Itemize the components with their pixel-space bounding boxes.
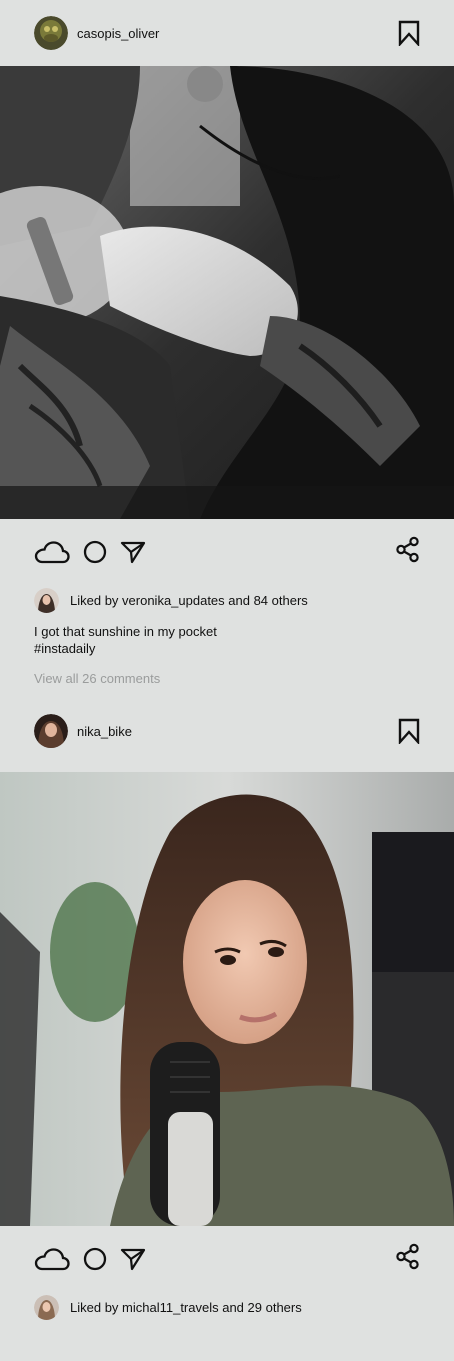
username[interactable]: casopis_oliver bbox=[77, 26, 159, 41]
share-nodes-icon[interactable] bbox=[396, 1243, 420, 1275]
send-arrow-icon[interactable] bbox=[120, 539, 146, 565]
likes-row: Liked by veronika_updates and 84 others bbox=[0, 585, 454, 615]
caption-hashtag[interactable]: #instadaily bbox=[34, 640, 454, 657]
post-image[interactable] bbox=[0, 772, 454, 1226]
share-nodes-icon[interactable] bbox=[396, 536, 420, 568]
cloud-like-icon[interactable] bbox=[34, 539, 70, 565]
circle-comment-icon[interactable] bbox=[82, 1246, 108, 1272]
view-comments-link[interactable]: View all 26 comments bbox=[0, 671, 454, 686]
likes-row: Liked by michal11_travels and 29 others bbox=[0, 1292, 454, 1322]
post-image[interactable] bbox=[0, 66, 454, 519]
post-header: nika_bike bbox=[0, 702, 454, 760]
action-row bbox=[0, 1226, 454, 1292]
liker-avatar[interactable] bbox=[34, 1294, 59, 1320]
post-2: nika_bike Liked by michal11_travels and … bbox=[0, 702, 454, 1322]
username[interactable]: nika_bike bbox=[77, 724, 132, 739]
user-avatar[interactable] bbox=[34, 714, 68, 748]
cloud-like-icon[interactable] bbox=[34, 1246, 70, 1272]
likes-text[interactable]: Liked by michal11_travels and 29 others bbox=[70, 1300, 302, 1315]
caption-text: I got that sunshine in my pocket bbox=[34, 624, 217, 639]
action-row bbox=[0, 519, 454, 585]
feed: casopis_oliver Liked by veronika_updates… bbox=[0, 0, 454, 1361]
send-arrow-icon[interactable] bbox=[120, 1246, 146, 1272]
bookmark-icon[interactable] bbox=[398, 718, 420, 746]
circle-comment-icon[interactable] bbox=[82, 539, 108, 565]
likes-text[interactable]: Liked by veronika_updates and 84 others bbox=[70, 593, 308, 608]
liker-avatar[interactable] bbox=[34, 587, 59, 613]
caption: I got that sunshine in my pocket #instad… bbox=[0, 623, 454, 657]
post-1: casopis_oliver Liked by veronika_updates… bbox=[0, 0, 454, 686]
user-avatar[interactable] bbox=[34, 16, 68, 50]
post-header: casopis_oliver bbox=[0, 0, 454, 66]
bookmark-icon[interactable] bbox=[398, 20, 420, 48]
